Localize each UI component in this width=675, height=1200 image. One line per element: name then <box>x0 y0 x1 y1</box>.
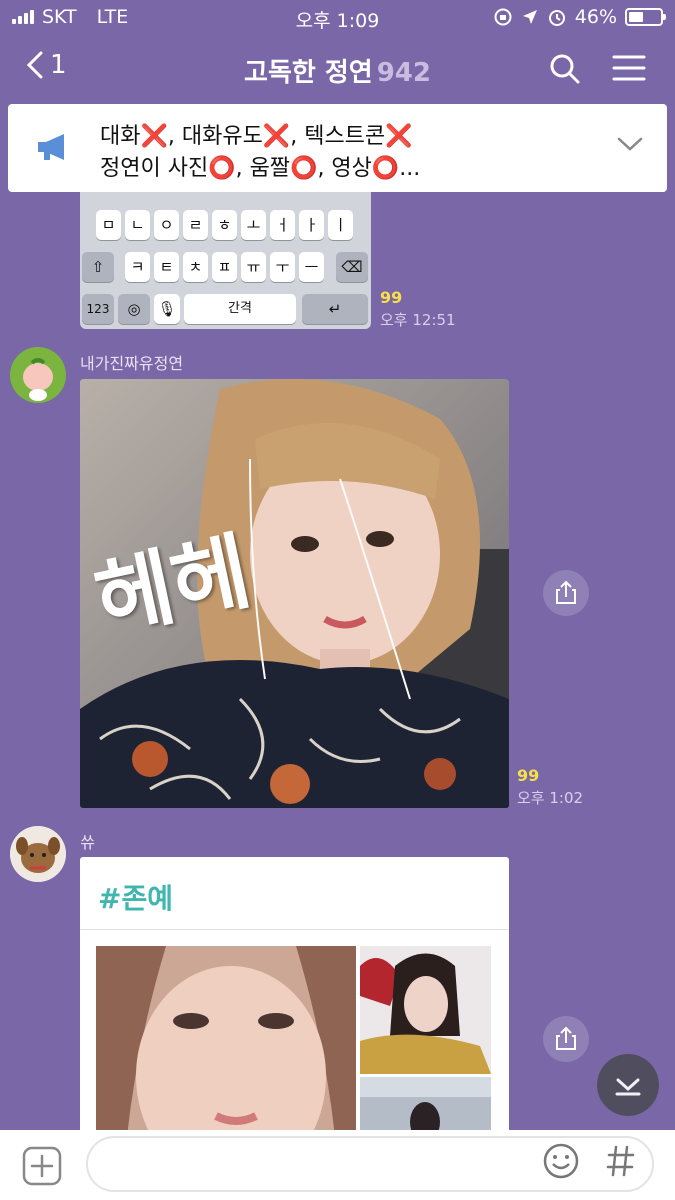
avatar[interactable] <box>10 347 66 403</box>
photo-message[interactable]: 헤헤 <box>80 379 509 808</box>
message-time: 오후 12:51 <box>380 311 456 329</box>
backspace-key: ⌫ <box>336 252 368 282</box>
keyboard-key: ㅡ <box>299 252 324 282</box>
read-count: 99 <box>517 766 540 785</box>
message-input-bar <box>0 1130 675 1200</box>
scroll-to-bottom-button[interactable] <box>597 1054 659 1116</box>
card-image-side-1-art <box>360 946 491 1074</box>
keyboard-key: ㅏ <box>299 210 324 240</box>
card-image-side-1[interactable] <box>360 946 491 1074</box>
card-image-main-art <box>96 946 356 1137</box>
keyboard-key: ㅎ <box>212 210 237 240</box>
menu-icon[interactable] <box>612 54 646 82</box>
pinned-notice[interactable]: 대화❌, 대화유도❌, 텍스트콘❌ 정연이 사진⭕, 움짤⭕, 영상⭕... <box>8 104 667 192</box>
chat-room-name: 고독한 정연 <box>244 58 373 88</box>
keyboard-key: ㅍ <box>212 252 237 282</box>
battery-icon <box>625 8 666 26</box>
mic-key: 🎙 <box>154 294 180 324</box>
card-title: #존예 <box>98 882 173 915</box>
share-button[interactable] <box>543 1016 589 1062</box>
keyboard-key: ㅜ <box>270 252 295 282</box>
peach-character-icon <box>10 347 66 403</box>
divider <box>80 929 509 930</box>
keyboard-key: ㅇ <box>154 210 179 240</box>
status-bar: SKT LTE 오후 1:09 46% <box>0 0 675 34</box>
keyboard-key: ㅗ <box>241 210 266 240</box>
sender-name: 내가진짜유정연 <box>80 354 184 373</box>
location-icon <box>522 10 537 24</box>
sender-name: 쓔 <box>80 833 95 852</box>
notice-line-2: 정연이 사진⭕, 움짤⭕, 영상⭕... <box>100 156 421 181</box>
notice-line-1: 대화❌, 대화유도❌, 텍스트콘❌ <box>100 124 413 149</box>
read-count: 99 <box>380 288 403 307</box>
card-image-side-2-art <box>360 1077 491 1137</box>
keyboard-screenshot-image[interactable]: ㅁ ㄴ ㅇ ㄹ ㅎ ㅗ ㅓ ㅏ ㅣ ⇧ ㅋ ㅌ ㅊ ㅍ ㅠ ㅜ ㅡ ⌫ 123 … <box>80 192 371 329</box>
member-count: 942 <box>376 58 431 88</box>
battery-percent: 46% <box>574 6 617 28</box>
scroll-down-icon <box>615 1078 641 1096</box>
keyboard-key: ㅓ <box>270 210 295 240</box>
return-key: ↵ <box>302 294 368 324</box>
card-image-main[interactable] <box>96 946 356 1137</box>
search-icon[interactable] <box>548 52 582 86</box>
dog-character-icon <box>10 826 66 882</box>
keyboard-key: ㅌ <box>154 252 179 282</box>
numbers-key: 123 <box>82 294 114 324</box>
message-time: 오후 1:02 <box>517 789 584 807</box>
chat-header: 1 고독한 정연 942 <box>0 38 675 98</box>
globe-key: ◎ <box>118 294 150 324</box>
hashtag-card[interactable]: #존예 <box>80 857 509 1137</box>
keyboard-key: ㅊ <box>183 252 208 282</box>
hashtag-icon[interactable] <box>606 1144 636 1178</box>
keyboard-key: ㅠ <box>241 252 266 282</box>
avatar[interactable] <box>10 826 66 882</box>
megaphone-icon <box>38 134 64 160</box>
space-key: 간격 <box>184 294 296 324</box>
alarm-icon <box>548 10 565 26</box>
attach-plus-icon[interactable] <box>22 1146 62 1186</box>
share-icon <box>556 580 576 604</box>
keyboard-key: ㅁ <box>96 210 121 240</box>
share-button[interactable] <box>543 570 589 616</box>
keyboard-key: ㄴ <box>125 210 150 240</box>
orientation-lock-icon <box>494 8 512 26</box>
chevron-down-icon[interactable] <box>617 136 643 152</box>
keyboard-key: ㄹ <box>183 210 208 240</box>
card-image-side-2[interactable] <box>360 1077 491 1137</box>
keyboard-key: ㅋ <box>125 252 150 282</box>
emoji-icon[interactable] <box>542 1142 580 1180</box>
shift-key: ⇧ <box>82 252 114 282</box>
share-icon <box>556 1026 576 1050</box>
keyboard-key: ㅣ <box>328 210 353 240</box>
